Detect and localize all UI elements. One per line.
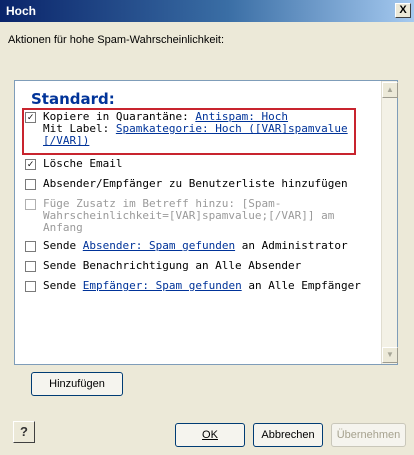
close-button[interactable]: X	[395, 3, 411, 18]
sender-spam-found-link[interactable]: Absender: Spam gefunden	[83, 239, 235, 252]
highlight-annotation-box	[22, 108, 356, 155]
list-item-text: Sende Absender: Spam gefunden an Adminis…	[43, 240, 375, 252]
apply-button-label: Übernehmen	[336, 429, 401, 441]
list-item-text: Lösche Email	[43, 157, 123, 170]
list-item-text: Sende Benachrichtigung an Alle Absender	[43, 259, 302, 272]
ok-button-label: OK	[202, 429, 218, 441]
notify-senders-checkbox[interactable]	[25, 261, 36, 272]
scroll-up-icon[interactable]: ▲	[382, 82, 398, 98]
add-button-label: Hinzufügen	[49, 378, 105, 390]
help-icon[interactable]: ?	[13, 421, 35, 443]
subject-prefix-checkbox	[25, 199, 36, 210]
item-text-part: Sende	[43, 279, 83, 292]
cancel-button[interactable]: Abbrechen	[253, 423, 323, 447]
window-title: Hoch	[6, 4, 36, 18]
vertical-scrollbar[interactable]: ▲ ▼	[381, 81, 398, 364]
list-item-text: Absender/Empfänger zu Benutzerliste hinz…	[43, 177, 348, 190]
scroll-down-icon[interactable]: ▼	[382, 347, 398, 363]
item-text-part: an Alle Empfänger	[241, 279, 361, 292]
ok-button[interactable]: OK	[175, 423, 245, 447]
check-mark-icon: ✓	[27, 159, 34, 170]
title-bar: Hoch X	[0, 0, 414, 22]
item-text-part: Sende	[43, 239, 83, 252]
cancel-button-label: Abbrechen	[261, 429, 315, 441]
list-item-text: Sende Empfänger: Spam gefunden an Alle E…	[43, 280, 375, 292]
group-label: Aktionen für hohe Spam-Wahrscheinlichkei…	[8, 34, 225, 46]
add-button[interactable]: Hinzufügen	[31, 372, 123, 396]
recipient-spam-found-link[interactable]: Empfänger: Spam gefunden	[83, 279, 242, 292]
delete-email-checkbox[interactable]: ✓	[25, 159, 36, 170]
list-item-text: Füge Zusatz im Betreff hinzu: [Spam-Wahr…	[43, 197, 335, 234]
notify-admin-checkbox[interactable]	[25, 241, 36, 252]
apply-button: Übernehmen	[331, 423, 406, 447]
add-to-userlist-checkbox[interactable]	[25, 179, 36, 190]
item-text-part: an Administrator	[235, 239, 348, 252]
list-header: Standard:	[31, 90, 115, 108]
notify-recipients-checkbox[interactable]	[25, 281, 36, 292]
